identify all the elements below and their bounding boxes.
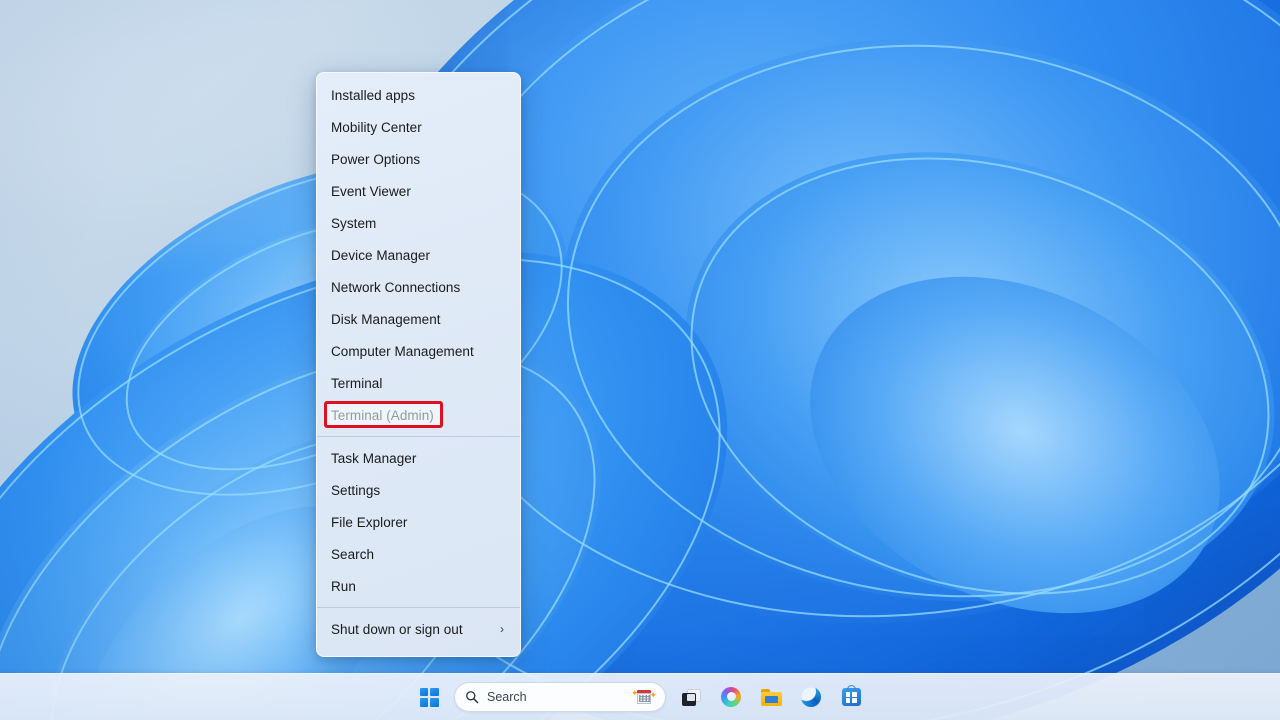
menu-item-computer-management[interactable]: Computer Management: [317, 335, 520, 367]
menu-item-shut-down-or-sign-out[interactable]: Shut down or sign out ›: [317, 613, 520, 645]
menu-item-label: Network Connections: [331, 279, 461, 295]
search-highlight-doodle-icon[interactable]: ✦ ✦: [631, 687, 657, 707]
menu-item-label: File Explorer: [331, 514, 408, 530]
menu-item-settings[interactable]: Settings: [317, 474, 520, 506]
menu-separator: [317, 607, 520, 608]
menu-item-label: Settings: [331, 482, 381, 498]
menu-item-label: System: [331, 215, 377, 231]
menu-item-run[interactable]: Run: [317, 570, 520, 602]
menu-item-search[interactable]: Search: [317, 538, 520, 570]
windows-logo-icon: [419, 687, 439, 707]
menu-item-task-manager[interactable]: Task Manager: [317, 442, 520, 474]
taskbar-center-group: Search ✦ ✦: [414, 682, 866, 712]
menu-item-mobility-center[interactable]: Mobility Center: [317, 111, 520, 143]
menu-item-label: Terminal (Admin): [331, 407, 434, 423]
menu-item-system[interactable]: System: [317, 207, 520, 239]
menu-item-installed-apps[interactable]: Installed apps: [317, 79, 520, 111]
wallpaper-vignette: [0, 0, 1280, 720]
winx-menu-list: Installed apps Mobility Center Power Optio…: [317, 73, 520, 657]
taskbar-item-microsoft-store[interactable]: [836, 682, 866, 712]
microsoft-edge-icon: [801, 687, 821, 707]
search-icon: [466, 691, 479, 704]
search-input[interactable]: Search: [487, 690, 623, 704]
microsoft-store-icon: [841, 685, 861, 706]
winx-power-user-menu[interactable]: Installed apps Mobility Center Power Optio…: [316, 72, 521, 657]
taskbar-item-task-view[interactable]: [676, 682, 706, 712]
menu-item-label: Device Manager: [331, 247, 430, 263]
menu-item-label: Installed apps: [331, 87, 416, 103]
menu-item-device-manager[interactable]: Device Manager: [317, 239, 520, 271]
taskbar-item-copilot[interactable]: [716, 682, 746, 712]
taskbar[interactable]: Search ✦ ✦: [0, 673, 1280, 720]
taskbar-search-box[interactable]: Search ✦ ✦: [454, 682, 666, 712]
menu-item-label: Power Options: [331, 151, 421, 167]
desktop-wallpaper[interactable]: [0, 0, 1280, 720]
menu-item-label: Computer Management: [331, 343, 474, 359]
file-explorer-icon: [760, 688, 782, 706]
menu-item-label: Run: [331, 578, 356, 594]
menu-item-disk-management[interactable]: Disk Management: [317, 303, 520, 335]
menu-item-terminal[interactable]: Terminal: [317, 367, 520, 399]
menu-item-label: Terminal: [331, 375, 383, 391]
copilot-icon: [721, 687, 741, 707]
menu-item-power-options[interactable]: Power Options: [317, 143, 520, 175]
task-view-icon: [681, 688, 701, 706]
menu-item-label: Mobility Center: [331, 119, 422, 135]
chevron-right-icon: ›: [499, 622, 504, 636]
menu-item-network-connections[interactable]: Network Connections: [317, 271, 520, 303]
menu-item-label: Task Manager: [331, 450, 417, 466]
menu-item-label: Disk Management: [331, 311, 441, 327]
taskbar-item-file-explorer[interactable]: [756, 682, 786, 712]
menu-item-label: Event Viewer: [331, 183, 411, 199]
menu-item-label: Search: [331, 546, 375, 562]
menu-separator: [317, 436, 520, 437]
menu-item-desktop[interactable]: Desktop: [317, 645, 520, 657]
menu-item-event-viewer[interactable]: Event Viewer: [317, 175, 520, 207]
menu-item-terminal-admin[interactable]: Terminal (Admin): [317, 399, 520, 431]
menu-item-file-explorer[interactable]: File Explorer: [317, 506, 520, 538]
taskbar-item-edge[interactable]: [796, 682, 826, 712]
start-button[interactable]: [414, 682, 444, 712]
menu-item-label: Desktop: [331, 654, 506, 657]
menu-item-label: Shut down or sign out: [331, 621, 463, 637]
